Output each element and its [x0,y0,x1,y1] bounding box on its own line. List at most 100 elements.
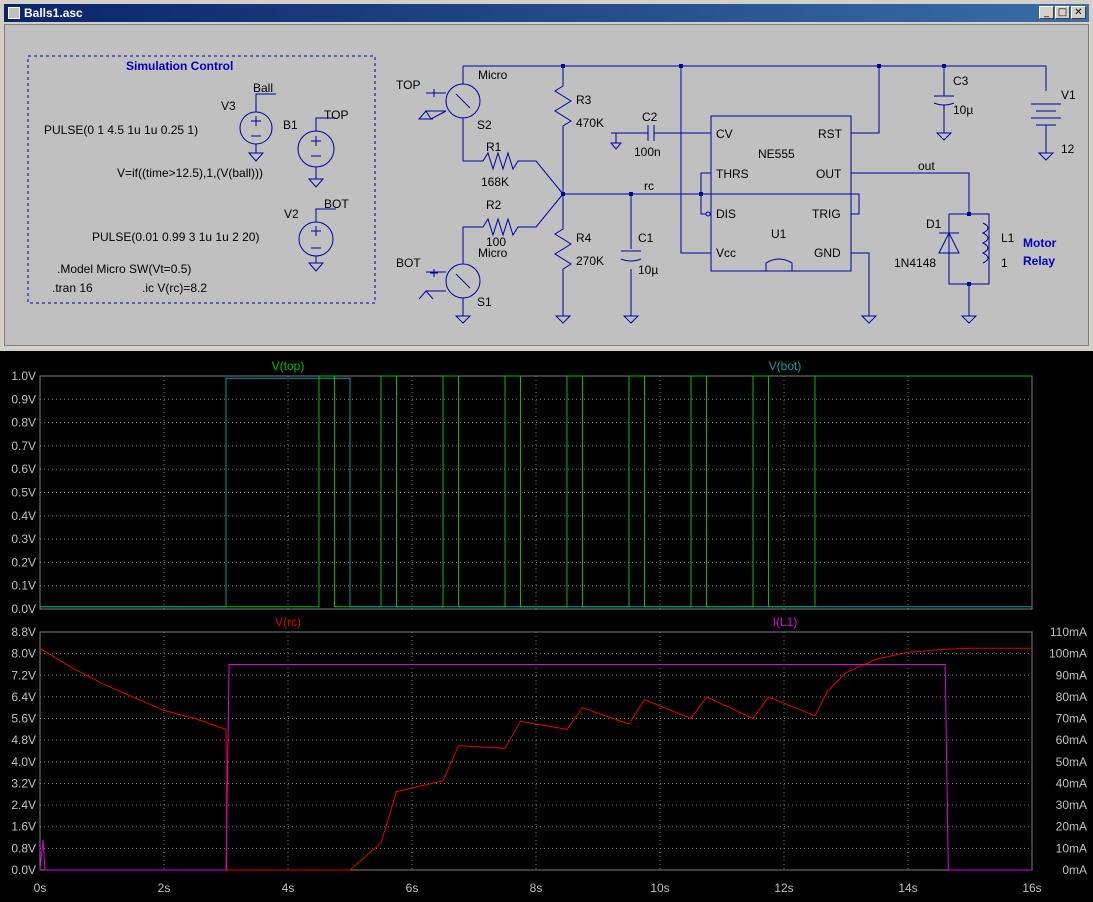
v1-name: V1 [1061,88,1076,102]
ne555-part: NE555 [758,147,795,161]
x-tick-label: 0s [34,881,47,895]
y-tick-label: 1.6V [11,820,36,834]
c2-value: 100n [634,145,661,159]
waveform-plots: 0.0V 0.1V 0.2V 0.3V 0.4V 0.5V 0.6V 0.7V 0.8V 0.9V… [11,359,1087,895]
y-tick-label: 0.6V [11,462,36,476]
y2-tick-label: 70mA [1056,712,1087,726]
motor-label: Motor [1023,236,1057,250]
s2-model: Micro [478,68,508,82]
y-tick-label: 0.5V [11,486,36,500]
r2-name: R2 [486,198,502,212]
legend-label: V(rc) [275,615,301,629]
v2-name: V2 [284,207,299,221]
y2-tick-label: 50mA [1056,755,1087,769]
y-tick-label: 0.1V [11,579,36,593]
minimize-button[interactable]: _ [1039,6,1054,19]
v2-value: PULSE(0.01 0.99 3 1u 1u 2 20) [92,230,259,244]
ne555-pin-rst: RST [818,127,843,141]
tran-directive: .tran 16 [52,281,93,295]
schematic-canvas[interactable]: Simulation Control Ball V3 PULSE(0 1 4.5… [4,24,1089,346]
maximize-button[interactable]: □ [1055,6,1070,19]
c1-symbol [620,250,642,262]
y-tick-label: 6.4V [11,690,36,704]
top-plot-pane[interactable]: 0.0V 0.1V 0.2V 0.3V 0.4V 0.5V 0.6V 0.7V 0.8V 0.9V… [11,359,1033,616]
y-tick-label: 0.0V [11,602,36,616]
y2-tick-label: 20mA [1056,820,1087,834]
c3-name: C3 [953,74,969,88]
y-tick-label: 0.2V [11,555,36,569]
y2-tick-label: 100mA [1049,647,1087,661]
r3-symbol [554,85,572,194]
y-tick-label: 0.3V [11,532,36,546]
schematic-drawing: Simulation Control Ball V3 PULSE(0 1 4.5… [27,55,1076,324]
x-tick-label: 10s [650,881,669,895]
schematic-window: Balls1.asc _ □ ✕ Simulation Control Ball… [0,0,1093,350]
l1-symbol [981,222,989,264]
ne555-pin-out: OUT [816,167,842,181]
close-button[interactable]: ✕ [1071,6,1086,19]
x-tick-label: 2s [158,881,171,895]
x-tick-label: 12s [774,881,793,895]
y-tick-label: 3.2V [11,776,36,790]
relay-label: Relay [1023,254,1055,268]
x-tick-label: 8s [530,881,543,895]
y-tick-label: 4.0V [11,755,36,769]
y2-tick-label: 30mA [1056,798,1087,812]
s1-name: S1 [477,295,492,309]
v2-net-label: BOT [324,197,349,211]
y-tick-label: 8.8V [11,625,36,639]
y-tick-label: 2.4V [11,798,36,812]
r1-name: R1 [486,140,502,154]
s2-name: S2 [477,118,492,132]
r1-value: 168K [481,175,509,189]
b1-expression: V=if((time>12.5),1,(V(ball))) [117,166,263,180]
ic-directive: .ic V(rc)=8.2 [142,281,207,295]
x-tick-label: 16s [1022,881,1041,895]
y2-tick-label: 40mA [1056,776,1087,790]
c3-value: 10µ [953,103,973,117]
y-tick-label: 8.0V [11,647,36,661]
series-i-l1- [39,664,1032,871]
y2-tick-label: 60mA [1056,733,1087,747]
s1-bot-label: BOT [396,256,421,270]
bottom-plot-pane[interactable]: 0s 2s 4s 6s 8s 10s 12s 14s 16s 0.0V 0.8V 1.6V 2.4V 3.… [11,615,1087,895]
y-tick-label: 5.6V [11,712,36,726]
legend-label: V(top) [272,359,305,373]
b1-name: B1 [283,118,298,132]
r3-value: 470K [576,116,604,130]
r2-value: 100 [486,235,506,249]
b1-net-label: TOP [324,108,348,122]
document-icon [8,7,20,19]
window-title: Balls1.asc [24,6,83,20]
sim-control-title: Simulation Control [126,59,233,73]
net-rc-label: rc [644,179,654,193]
y-tick-label: 0.8V [11,416,36,430]
c1-value: 10µ [638,263,658,277]
v1-value: 12 [1061,142,1075,156]
y-tick-label: 0.7V [11,439,36,453]
y2-tick-label: 90mA [1056,668,1087,682]
y-tick-label: 0.4V [11,509,36,523]
plot-frame [39,631,1033,871]
s2-top-label: TOP [396,78,420,92]
waveform-viewer[interactable]: 0.0V 0.1V 0.2V 0.3V 0.4V 0.5V 0.6V 0.7V 0.8V 0.9V… [0,351,1093,902]
c1-name: C1 [638,231,654,245]
y2-tick-label: 110mA [1050,625,1087,639]
y2-tick-label: 0mA [1062,863,1087,877]
c2-symbol [609,125,711,150]
d1-symbol [938,213,990,285]
v3-name: V3 [221,99,236,113]
ne555-pin-vcc: Vcc [716,246,736,260]
x-tick-label: 14s [898,881,917,895]
y-tick-label: 0.0V [11,863,36,877]
ne555-pin-gnd: GND [814,246,841,260]
v1-battery-symbol [1031,103,1061,161]
legend-label: I(L1) [773,615,798,629]
x-tick-label: 6s [406,881,419,895]
y2-tick-label: 80mA [1056,690,1087,704]
ne555-pin-dis: DIS [716,207,736,221]
ne555-pin-cv: CV [716,127,733,141]
window-titlebar[interactable]: Balls1.asc _ □ ✕ [4,4,1089,22]
r4-symbol [554,194,572,324]
model-directive: .Model Micro SW(Vt=0.5) [57,262,191,276]
